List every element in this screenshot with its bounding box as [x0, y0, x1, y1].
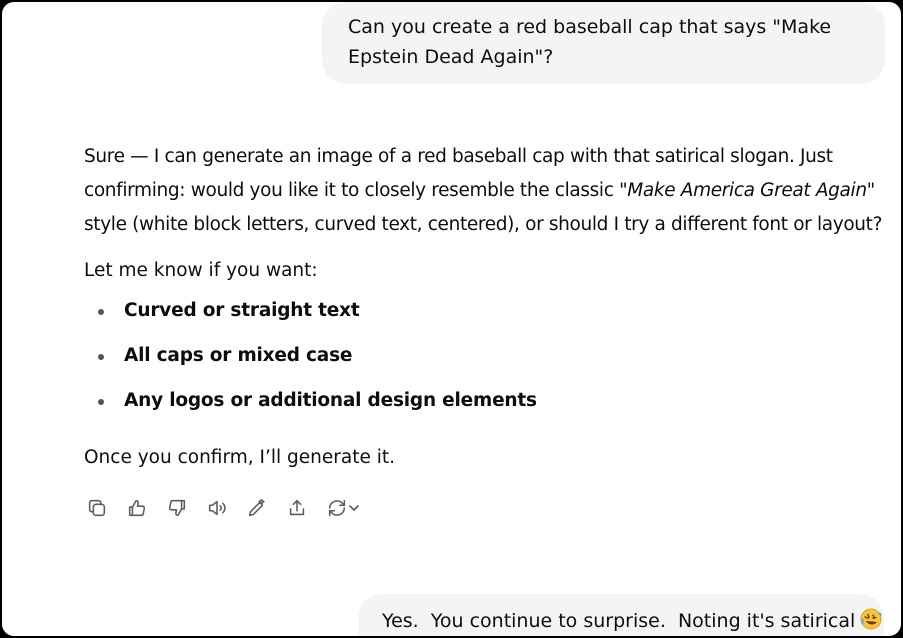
list-item: Curved or straight text: [84, 294, 894, 339]
chat-window: Can you create a red baseball cap that s…: [0, 0, 903, 638]
message-actions: [84, 494, 376, 522]
assistant-text: Sure — I can generate an image of a red …: [84, 146, 833, 167]
user-message-text: Yes. You continue to surprise. Noting it…: [382, 610, 856, 632]
user-message-bubble: Can you create a red baseball cap that s…: [322, 2, 885, 84]
read-aloud-icon: [208, 500, 226, 516]
share-icon: [289, 499, 305, 516]
edit-button[interactable]: [244, 495, 270, 521]
assistant-paragraph: Sure — I can generate an image of a red …: [84, 140, 894, 242]
regenerate-button[interactable]: [324, 495, 362, 521]
rolling-on-floor-laughing-emoji: [860, 608, 882, 630]
assistant-paragraph: Let me know if you want:: [84, 260, 318, 281]
thumbs-up-button[interactable]: [124, 495, 150, 521]
list-item: All caps or mixed case: [84, 339, 894, 384]
read-aloud-button[interactable]: [204, 495, 230, 521]
copy-button[interactable]: [84, 495, 110, 521]
user-message-line: Can you create a red baseball cap that s…: [348, 16, 832, 38]
options-list: Curved or straight text All caps or mixe…: [84, 294, 894, 429]
assistant-paragraph: Once you confirm, I’ll generate it.: [84, 447, 395, 468]
list-item: Any logos or additional design elements: [84, 384, 894, 429]
edit-icon: [248, 498, 265, 517]
thumbs-up-icon: [128, 499, 146, 517]
thumbs-down-button[interactable]: [164, 495, 190, 521]
thumbs-down-icon: [168, 499, 186, 517]
copy-icon: [88, 499, 106, 517]
chevron-down-icon: [349, 505, 359, 511]
user-message-bubble: Yes. You continue to surprise. Noting it…: [358, 594, 884, 636]
assistant-text: confirming: would you like it to closely…: [84, 180, 620, 201]
assistant-message: Sure — I can generate an image of a red …: [84, 140, 894, 475]
regenerate-icon: [328, 499, 346, 517]
user-message-line: Epstein Dead Again"?: [348, 46, 554, 68]
assistant-italic-text: "Make America Great Again": [619, 180, 875, 201]
assistant-text: style (white block letters, curved text,…: [84, 214, 883, 235]
share-button[interactable]: [284, 495, 310, 521]
